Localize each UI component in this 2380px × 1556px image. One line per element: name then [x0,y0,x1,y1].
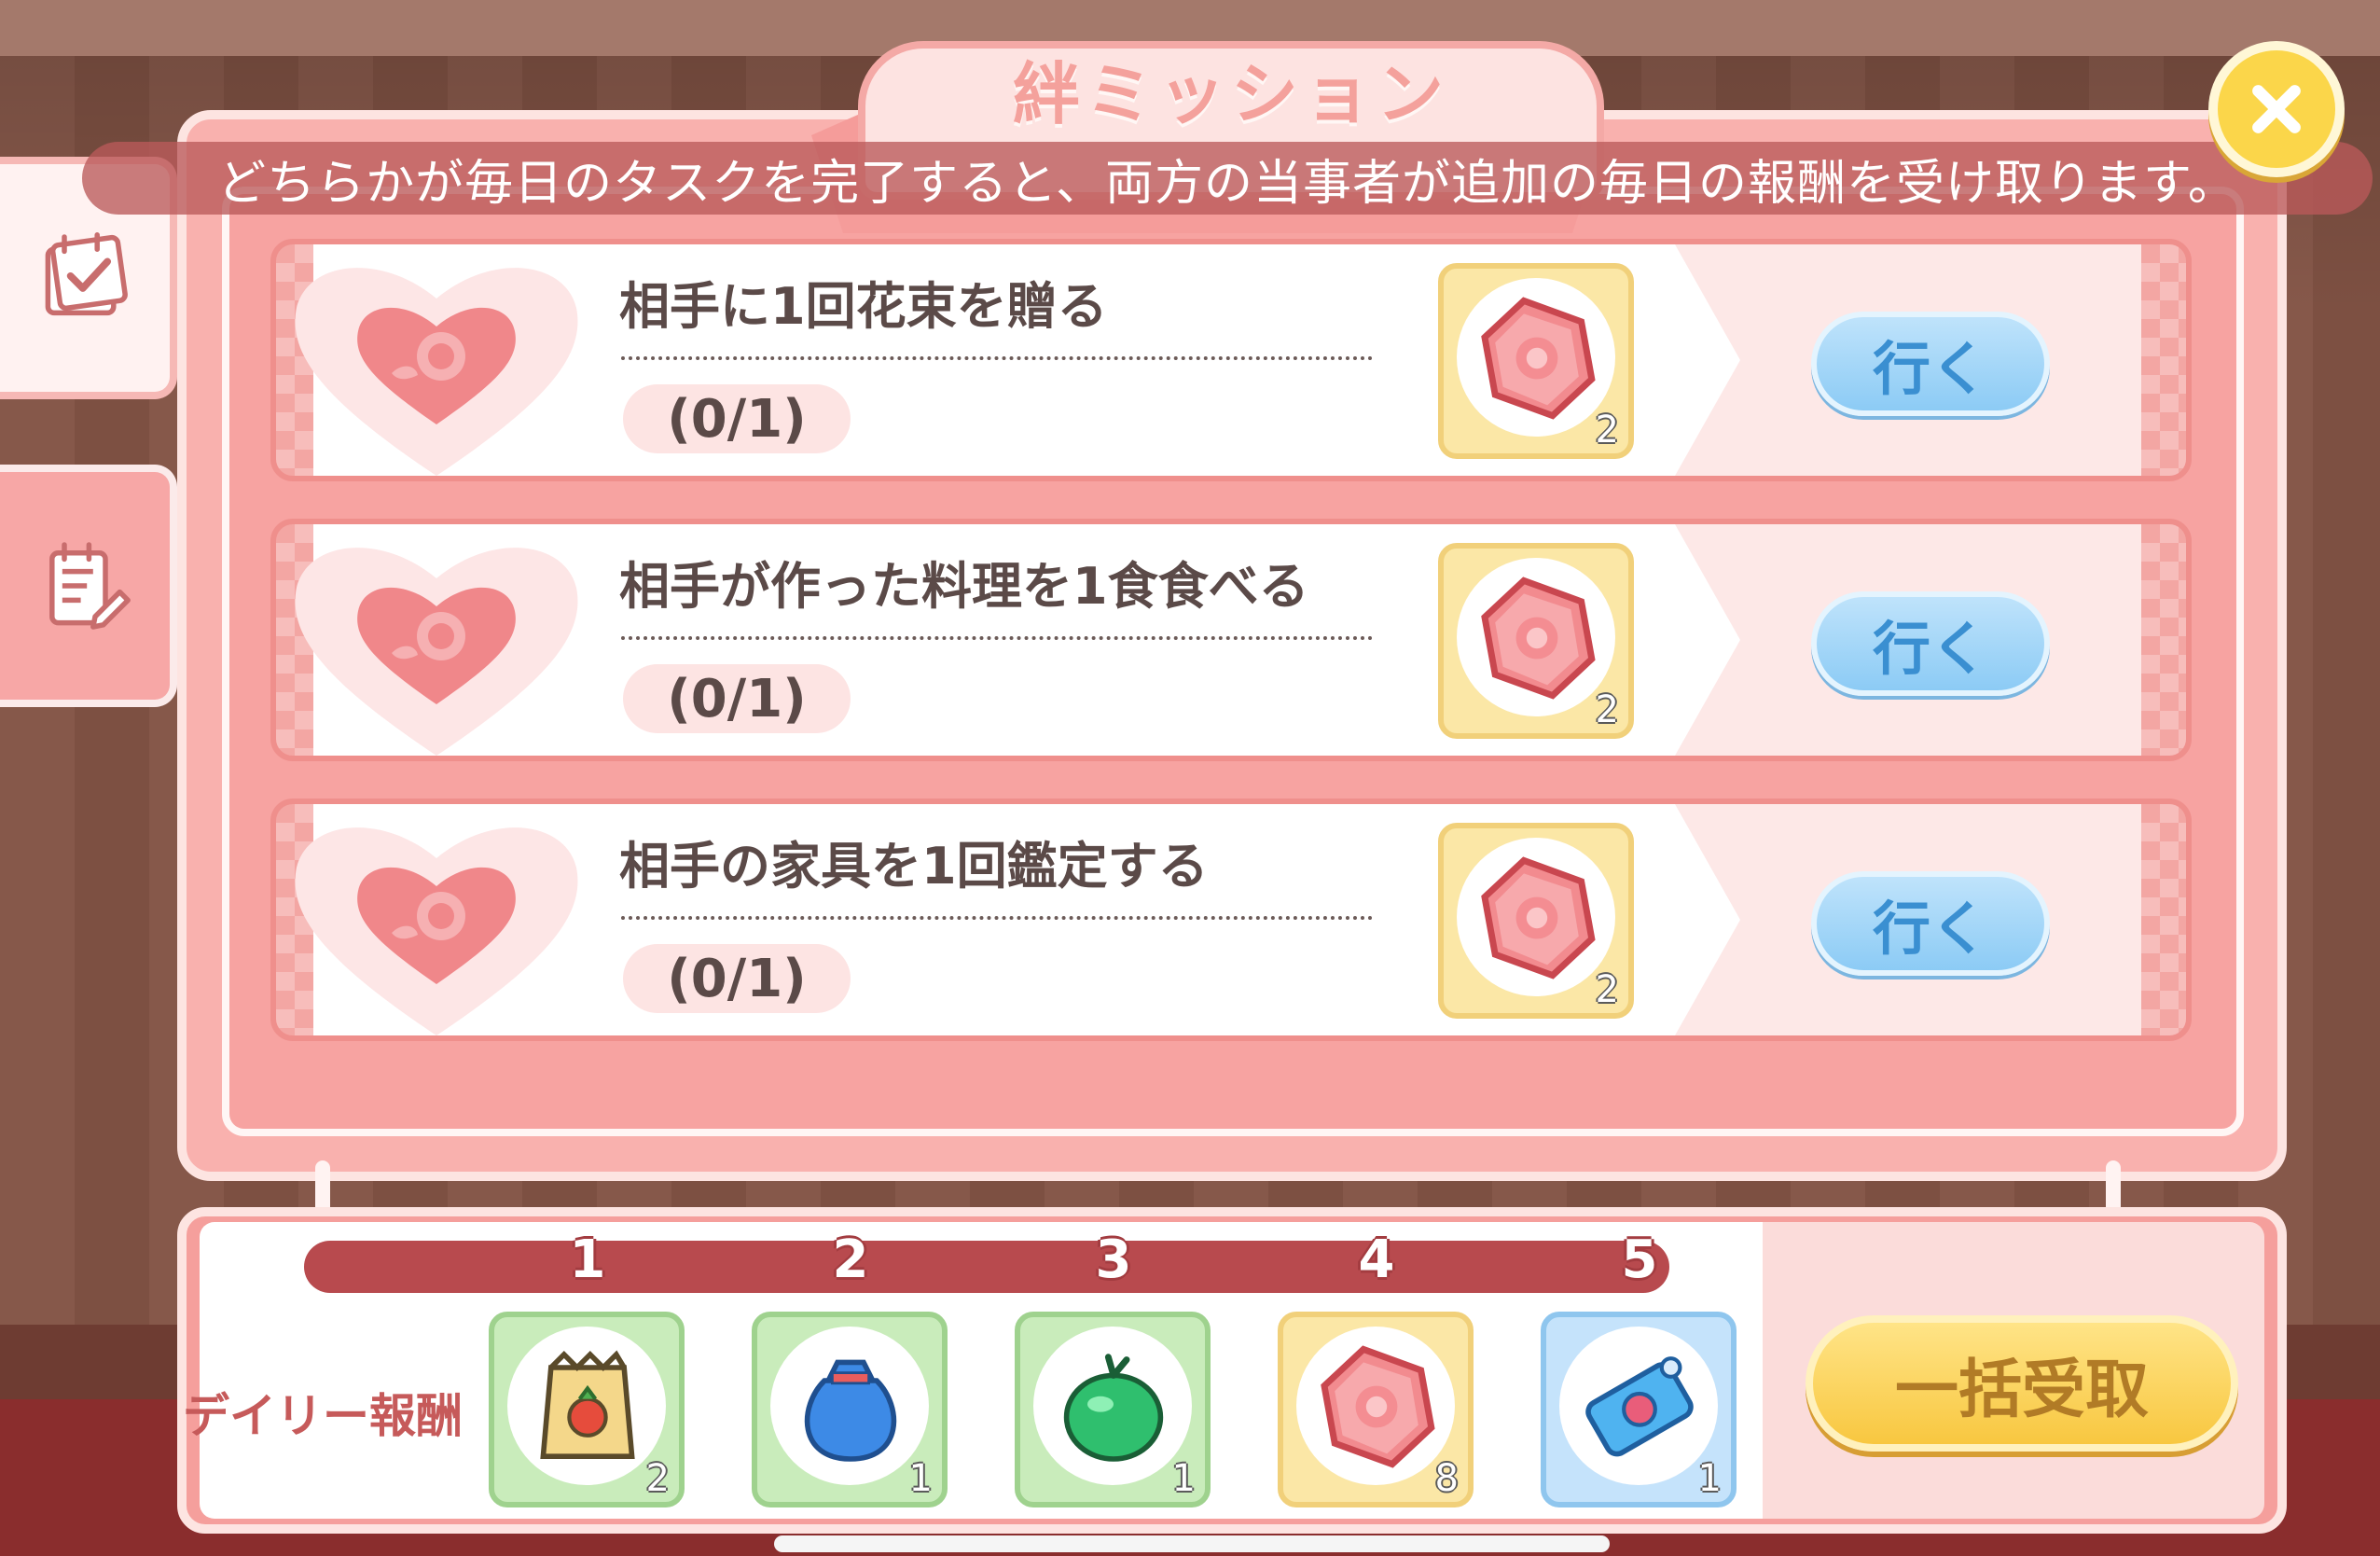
mission-progress: (0/1) [623,384,851,453]
divider [621,636,1373,640]
home-indicator[interactable] [774,1535,1610,1552]
close-icon [2252,85,2301,133]
rose-heart-icon [295,548,578,756]
mission-progress: (0/1) [623,664,851,733]
seed-bag-icon [540,1350,635,1459]
daily-progress-track [304,1241,1669,1293]
reward-quantity: 2 [1595,688,1619,731]
mission-title: 相手の家具を1回鑑定する [619,837,1209,896]
daily-reward-label: デイリー報酬 [183,1389,463,1443]
reward-quantity: 1 [1171,1457,1196,1500]
mission-row: 相手が作った料理を1食食べる (0/1) 2 行く [270,519,2192,761]
tab-notes[interactable] [0,465,177,707]
mission-progress: (0/1) [623,944,851,1013]
go-button[interactable]: 行く [1811,312,2050,416]
go-button[interactable]: 行く [1811,871,2050,976]
green-fruit-icon [1063,1354,1164,1462]
reward-quantity: 2 [645,1457,670,1500]
go-button[interactable]: 行く [1811,591,2050,696]
divider [621,916,1373,920]
mission-reward[interactable]: 2 [1438,543,1634,739]
reward-quantity: 2 [1595,968,1619,1011]
blue-sack-icon [804,1359,897,1462]
reward-quantity: 2 [1595,409,1619,452]
daily-reward-item[interactable]: 1 [752,1312,948,1507]
blue-ticket-icon [1585,1356,1694,1457]
milestone-number: 5 [1621,1230,1658,1290]
rose-gem-icon [1481,577,1596,700]
mission-title: 相手に1回花束を贈る [619,277,1108,336]
rose-gem-icon [1481,297,1596,420]
milestone-number: 1 [569,1230,606,1290]
daily-reward-item[interactable]: 1 [1541,1312,1737,1507]
reward-quantity: 1 [908,1457,933,1500]
milestone-number: 4 [1358,1230,1395,1290]
mission-reward[interactable]: 2 [1438,823,1634,1019]
close-button[interactable] [2208,41,2345,177]
milestone-number: 2 [832,1230,869,1290]
rose-gem-icon [1321,1345,1435,1468]
page-title: 絆ミッション [1012,54,1449,133]
calendar-check-icon [45,232,128,316]
divider [621,356,1373,360]
daily-reward-item[interactable]: 2 [489,1312,685,1507]
rose-heart-icon [295,268,578,476]
reward-quantity: 1 [1697,1457,1722,1500]
mission-title: 相手が作った料理を1食食べる [619,557,1309,616]
rose-heart-icon [295,827,578,1035]
daily-reward-item[interactable]: 8 [1278,1312,1474,1507]
milestone-number: 3 [1095,1230,1132,1290]
rose-gem-icon [1481,856,1596,979]
mission-description: どちらかが毎日のタスクを完了すると、両方の当事者が追加の毎日の報酬を受け取ります… [82,142,2373,215]
reward-quantity: 8 [1434,1457,1459,1500]
daily-reward-item[interactable]: 1 [1015,1312,1211,1507]
mission-row: 相手の家具を1回鑑定する (0/1) 2 行く [270,799,2192,1041]
notepad-edit-icon [49,542,131,630]
mission-row: 相手に1回花束を贈る (0/1) 2 行く [270,239,2192,481]
mission-reward[interactable]: 2 [1438,263,1634,459]
claim-all-button[interactable]: 一括受取 [1806,1315,2238,1452]
